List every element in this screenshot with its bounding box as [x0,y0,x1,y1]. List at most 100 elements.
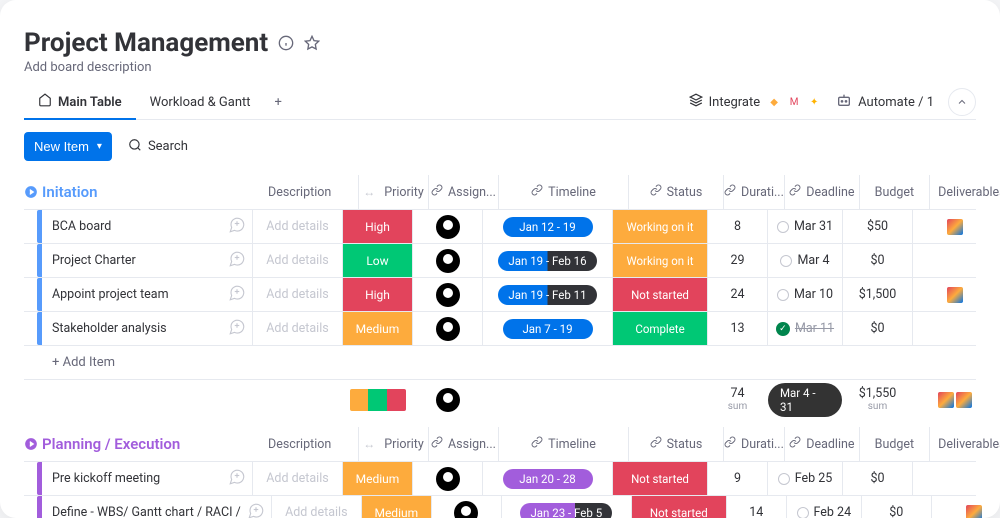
description-cell[interactable]: Add details [252,244,342,277]
deliverables-cell[interactable] [912,312,997,345]
assignee-cell[interactable] [412,312,482,345]
search-input[interactable]: Search [128,138,188,156]
add-tab-button[interactable]: + [265,87,292,118]
table-row[interactable]: Appoint project team Add details High Ja… [24,277,976,311]
duration-cell[interactable]: 29 [707,244,767,277]
deliverables-cell[interactable] [912,462,997,495]
assignee-cell[interactable] [412,244,482,277]
column-deliverables[interactable]: Deliverables [929,427,1000,461]
chat-icon[interactable] [247,502,265,518]
item-name-cell[interactable]: Stakeholder analysis [42,312,252,345]
chat-icon[interactable] [228,318,246,340]
column-description[interactable]: Description [268,427,358,461]
chat-icon[interactable] [228,216,246,238]
priority-cell[interactable]: Medium [342,312,412,345]
column-priority[interactable]: ↔Priority [358,175,428,209]
status-cell[interactable]: Working on it [612,210,707,243]
deliverables-cell[interactable] [912,210,997,243]
group-title[interactable]: Planning / Execution [38,427,268,461]
deadline-cell[interactable]: Mar 10 [767,278,842,311]
timeline-cell[interactable]: Jan 7 - 19 [482,312,612,345]
column-deliverables[interactable]: Deliverables [929,175,1000,209]
table-row[interactable]: Pre kickoff meeting Add details Medium J… [24,461,976,495]
status-cell[interactable]: Not started [631,496,726,518]
column-timeline[interactable]: Timeline [498,427,628,461]
description-cell[interactable]: Add details [252,312,342,345]
timeline-cell[interactable]: Jan 19 - Feb 16 [482,244,612,277]
board-description[interactable]: Add board description [24,60,976,75]
status-cell[interactable]: Working on it [612,244,707,277]
item-name-cell[interactable]: Project Charter [42,244,252,277]
budget-cell[interactable]: $0 [842,244,912,277]
item-name-cell[interactable]: Define - WBS/ Gantt chart / RACI / [42,496,271,518]
assignee-cell[interactable] [412,278,482,311]
deadline-cell[interactable]: Feb 25 [767,462,842,495]
column-assignee[interactable]: Assign... [428,427,498,461]
priority-cell[interactable]: High [342,210,412,243]
star-icon[interactable] [304,35,320,51]
assignee-cell[interactable] [412,210,482,243]
assignee-cell[interactable] [412,462,482,495]
deliverables-cell[interactable] [931,496,1000,518]
tab-workload-gantt[interactable]: Workload & Gantt [136,87,265,118]
item-name-cell[interactable]: Appoint project team [42,278,252,311]
info-icon[interactable] [278,35,294,51]
status-cell[interactable]: Complete [612,312,707,345]
group-title[interactable]: Initation [38,175,268,209]
duration-cell[interactable]: 9 [707,462,767,495]
duration-cell[interactable]: 14 [726,496,786,518]
collapse-group-button[interactable] [24,175,38,209]
column-status[interactable]: Status [628,427,723,461]
column-assignee[interactable]: Assign... [428,175,498,209]
deliverables-cell[interactable] [912,244,997,277]
column-budget[interactable]: Budget [859,427,929,461]
table-row[interactable]: Stakeholder analysis Add details Medium … [24,311,976,345]
priority-cell[interactable]: Medium [361,496,431,518]
column-deadline[interactable]: Deadline [784,175,859,209]
item-name-cell[interactable]: Pre kickoff meeting [42,462,252,495]
table-row[interactable]: Define - WBS/ Gantt chart / RACI / Add d… [24,495,976,518]
chat-icon[interactable] [228,250,246,272]
budget-cell[interactable]: $0 [842,312,912,345]
integrate-button[interactable]: Integrate ◆ M ✦ [689,93,823,111]
column-deadline[interactable]: Deadline [784,427,859,461]
duration-cell[interactable]: 8 [707,210,767,243]
budget-cell[interactable]: $0 [861,496,931,518]
table-row[interactable]: BCA board Add details High Jan 12 - 19 W… [24,209,976,243]
item-name-cell[interactable]: BCA board [42,210,252,243]
duration-cell[interactable]: 24 [707,278,767,311]
deadline-cell[interactable]: Feb 24 [786,496,861,518]
timeline-cell[interactable]: Jan 12 - 19 [482,210,612,243]
column-timeline[interactable]: Timeline [498,175,628,209]
timeline-cell[interactable]: Jan 20 - 28 [482,462,612,495]
chat-icon[interactable] [228,468,246,490]
priority-cell[interactable]: Low [342,244,412,277]
chat-icon[interactable] [228,284,246,306]
deadline-cell[interactable]: ✓Mar 11 [767,312,842,345]
deadline-cell[interactable]: Mar 4 [767,244,842,277]
new-item-button[interactable]: New Item ▾ [24,132,112,161]
automate-button[interactable]: Automate / 1 [836,92,934,112]
status-cell[interactable]: Not started [612,462,707,495]
timeline-cell[interactable]: Jan 23 - Feb 5 [501,496,631,518]
deliverables-cell[interactable] [912,278,997,311]
column-budget[interactable]: Budget [859,175,929,209]
deadline-cell[interactable]: Mar 31 [767,210,842,243]
column-status[interactable]: Status [628,175,723,209]
description-cell[interactable]: Add details [271,496,361,518]
priority-cell[interactable]: Medium [342,462,412,495]
status-cell[interactable]: Not started [612,278,707,311]
tab-main-table[interactable]: Main Table [24,85,136,119]
add-item-row[interactable]: + Add Item [24,345,976,379]
table-row[interactable]: Project Charter Add details Low Jan 19 -… [24,243,976,277]
priority-cell[interactable]: High [342,278,412,311]
duration-cell[interactable]: 13 [707,312,767,345]
description-cell[interactable]: Add details [252,462,342,495]
description-cell[interactable]: Add details [252,278,342,311]
budget-cell[interactable]: $0 [842,462,912,495]
collapse-group-button[interactable] [24,427,38,461]
column-duration[interactable]: Durati... [723,427,784,461]
budget-cell[interactable]: $50 [842,210,912,243]
column-description[interactable]: Description [268,175,358,209]
timeline-cell[interactable]: Jan 19 - Feb 11 [482,278,612,311]
